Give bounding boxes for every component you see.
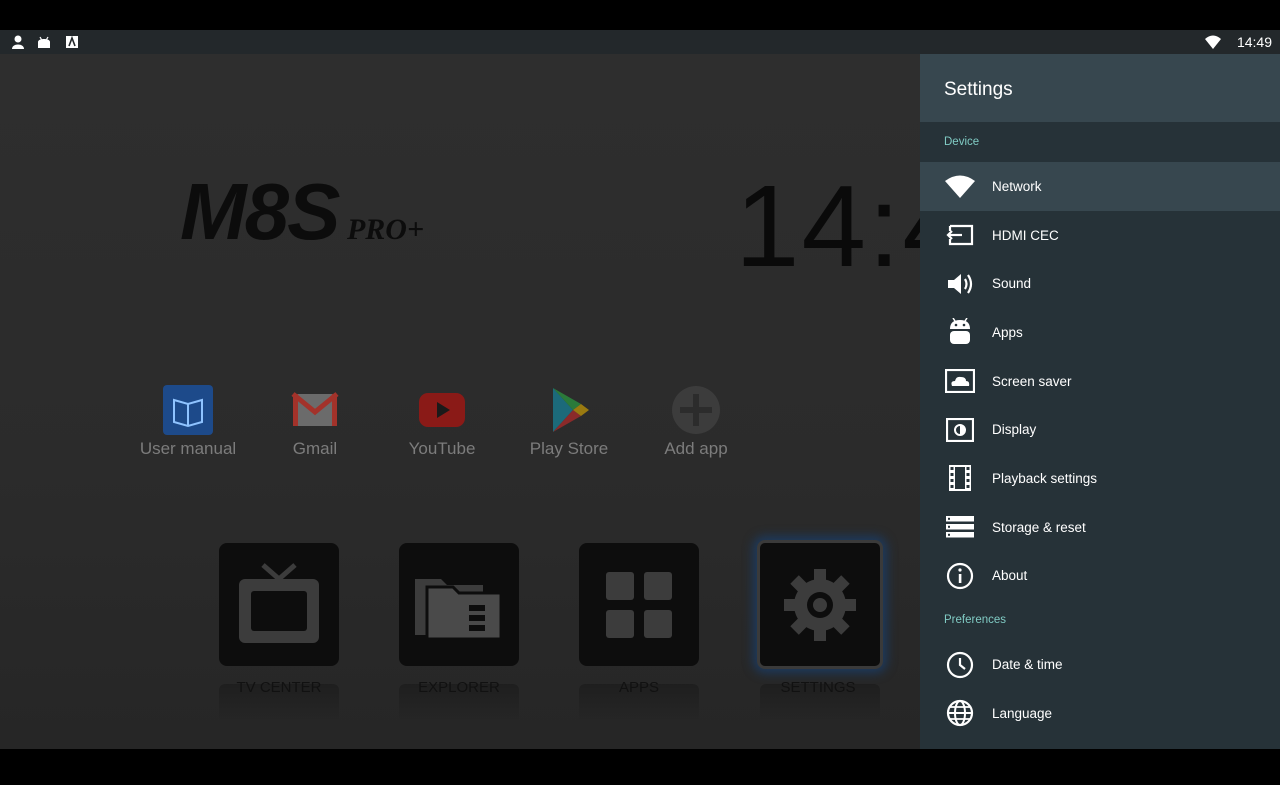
globe-icon [944,697,976,729]
app-label: User manual [139,439,237,458]
wifi-icon [944,170,976,202]
gear-icon [784,568,856,641]
gmail-icon [289,384,341,436]
settings-item-label: Apps [992,324,1023,340]
settings-item-label: Language [992,705,1053,721]
app-user-manual[interactable]: User manual [123,384,253,459]
youtube-icon [416,384,468,436]
tile-apps[interactable] [579,543,699,666]
add-icon [670,384,722,436]
settings-item-label: Date & time [992,657,1063,673]
settings-item-storage[interactable]: Storage & reset [920,503,1280,552]
settings-item-network[interactable]: Network [920,162,1280,211]
settings-item-language[interactable]: Language [920,689,1280,738]
settings-item-label: Display [992,422,1037,438]
notification-person-icon [12,35,24,49]
tile-explorer[interactable] [399,543,519,666]
section-label-device: Device [944,136,980,148]
settings-item-label: Playback settings [992,470,1098,486]
settings-title: Settings [944,79,1013,100]
settings-item-label: Network [992,178,1042,194]
tile-label: TV CENTER [236,679,322,696]
tile-label: APPS [618,679,660,696]
storage-icon [944,511,976,543]
app-label: Gmail [292,439,338,458]
settings-item-about[interactable]: About [920,552,1280,601]
settings-item-date-time[interactable]: Date & time [920,640,1280,689]
wifi-status-icon [1205,35,1221,49]
app-youtube[interactable]: YouTube [377,384,507,459]
settings-item-label: Screen saver [992,373,1072,389]
settings-item-sound[interactable]: Sound [920,259,1280,308]
app-label: Play Store [529,439,609,458]
hdmi-input-icon [944,219,976,251]
screensaver-icon [944,365,976,397]
clock-icon [944,649,976,681]
app-add[interactable]: Add app [631,384,761,459]
notification-app-icon [66,35,78,48]
settings-header: Settings [920,54,1280,122]
speaker-icon [944,268,976,300]
tile-tv-center[interactable] [219,543,339,666]
letterbox-bottom [0,749,1280,785]
display-icon [944,414,976,446]
launcher-home: M8S PRO+ 14:4 User manual Gmail YouTube [0,54,967,749]
app-label: YouTube [408,439,476,458]
app-gmail[interactable]: Gmail [250,384,380,459]
app-play-store[interactable]: Play Store [504,384,634,459]
book-icon [162,384,214,436]
notification-android-icon [38,36,50,48]
section-label-preferences: Preferences [944,614,1007,627]
settings-item-playback[interactable]: Playback settings [920,454,1280,503]
settings-item-label: About [992,568,1028,584]
status-time: 14:49 [1236,34,1272,50]
settings-item-screen-saver[interactable]: Screen saver [920,357,1280,406]
folder-icon [415,578,503,640]
android-icon [944,316,976,348]
app-label: Add app [664,439,728,458]
settings-item-label: Sound [992,276,1032,292]
logo-sub: PRO+ [346,213,425,246]
tile-label: SETTINGS [780,679,856,696]
settings-panel: Settings Device Network HDMI CEC Sound A… [920,54,1280,749]
tile-label: EXPLORER [418,679,500,696]
play-store-icon [543,384,595,436]
logo-main: M8S [180,167,340,256]
tv-screen: 14:49 M8S PRO+ 14:4 User manual Gmail Yo… [0,30,1280,749]
status-bar: 14:49 [0,30,1280,54]
settings-item-hdmi-cec[interactable]: HDMI CEC [920,211,1280,260]
brand-logo: M8S PRO+ [180,166,424,258]
grid-icon [606,571,672,638]
film-icon [944,462,976,494]
settings-item-label: HDMI CEC [992,227,1059,243]
settings-item-label: Storage & reset [992,519,1086,535]
settings-item-display[interactable]: Display [920,405,1280,454]
info-icon [944,560,976,592]
tile-settings[interactable] [757,540,883,669]
tv-icon [239,562,319,643]
settings-item-apps[interactable]: Apps [920,308,1280,357]
